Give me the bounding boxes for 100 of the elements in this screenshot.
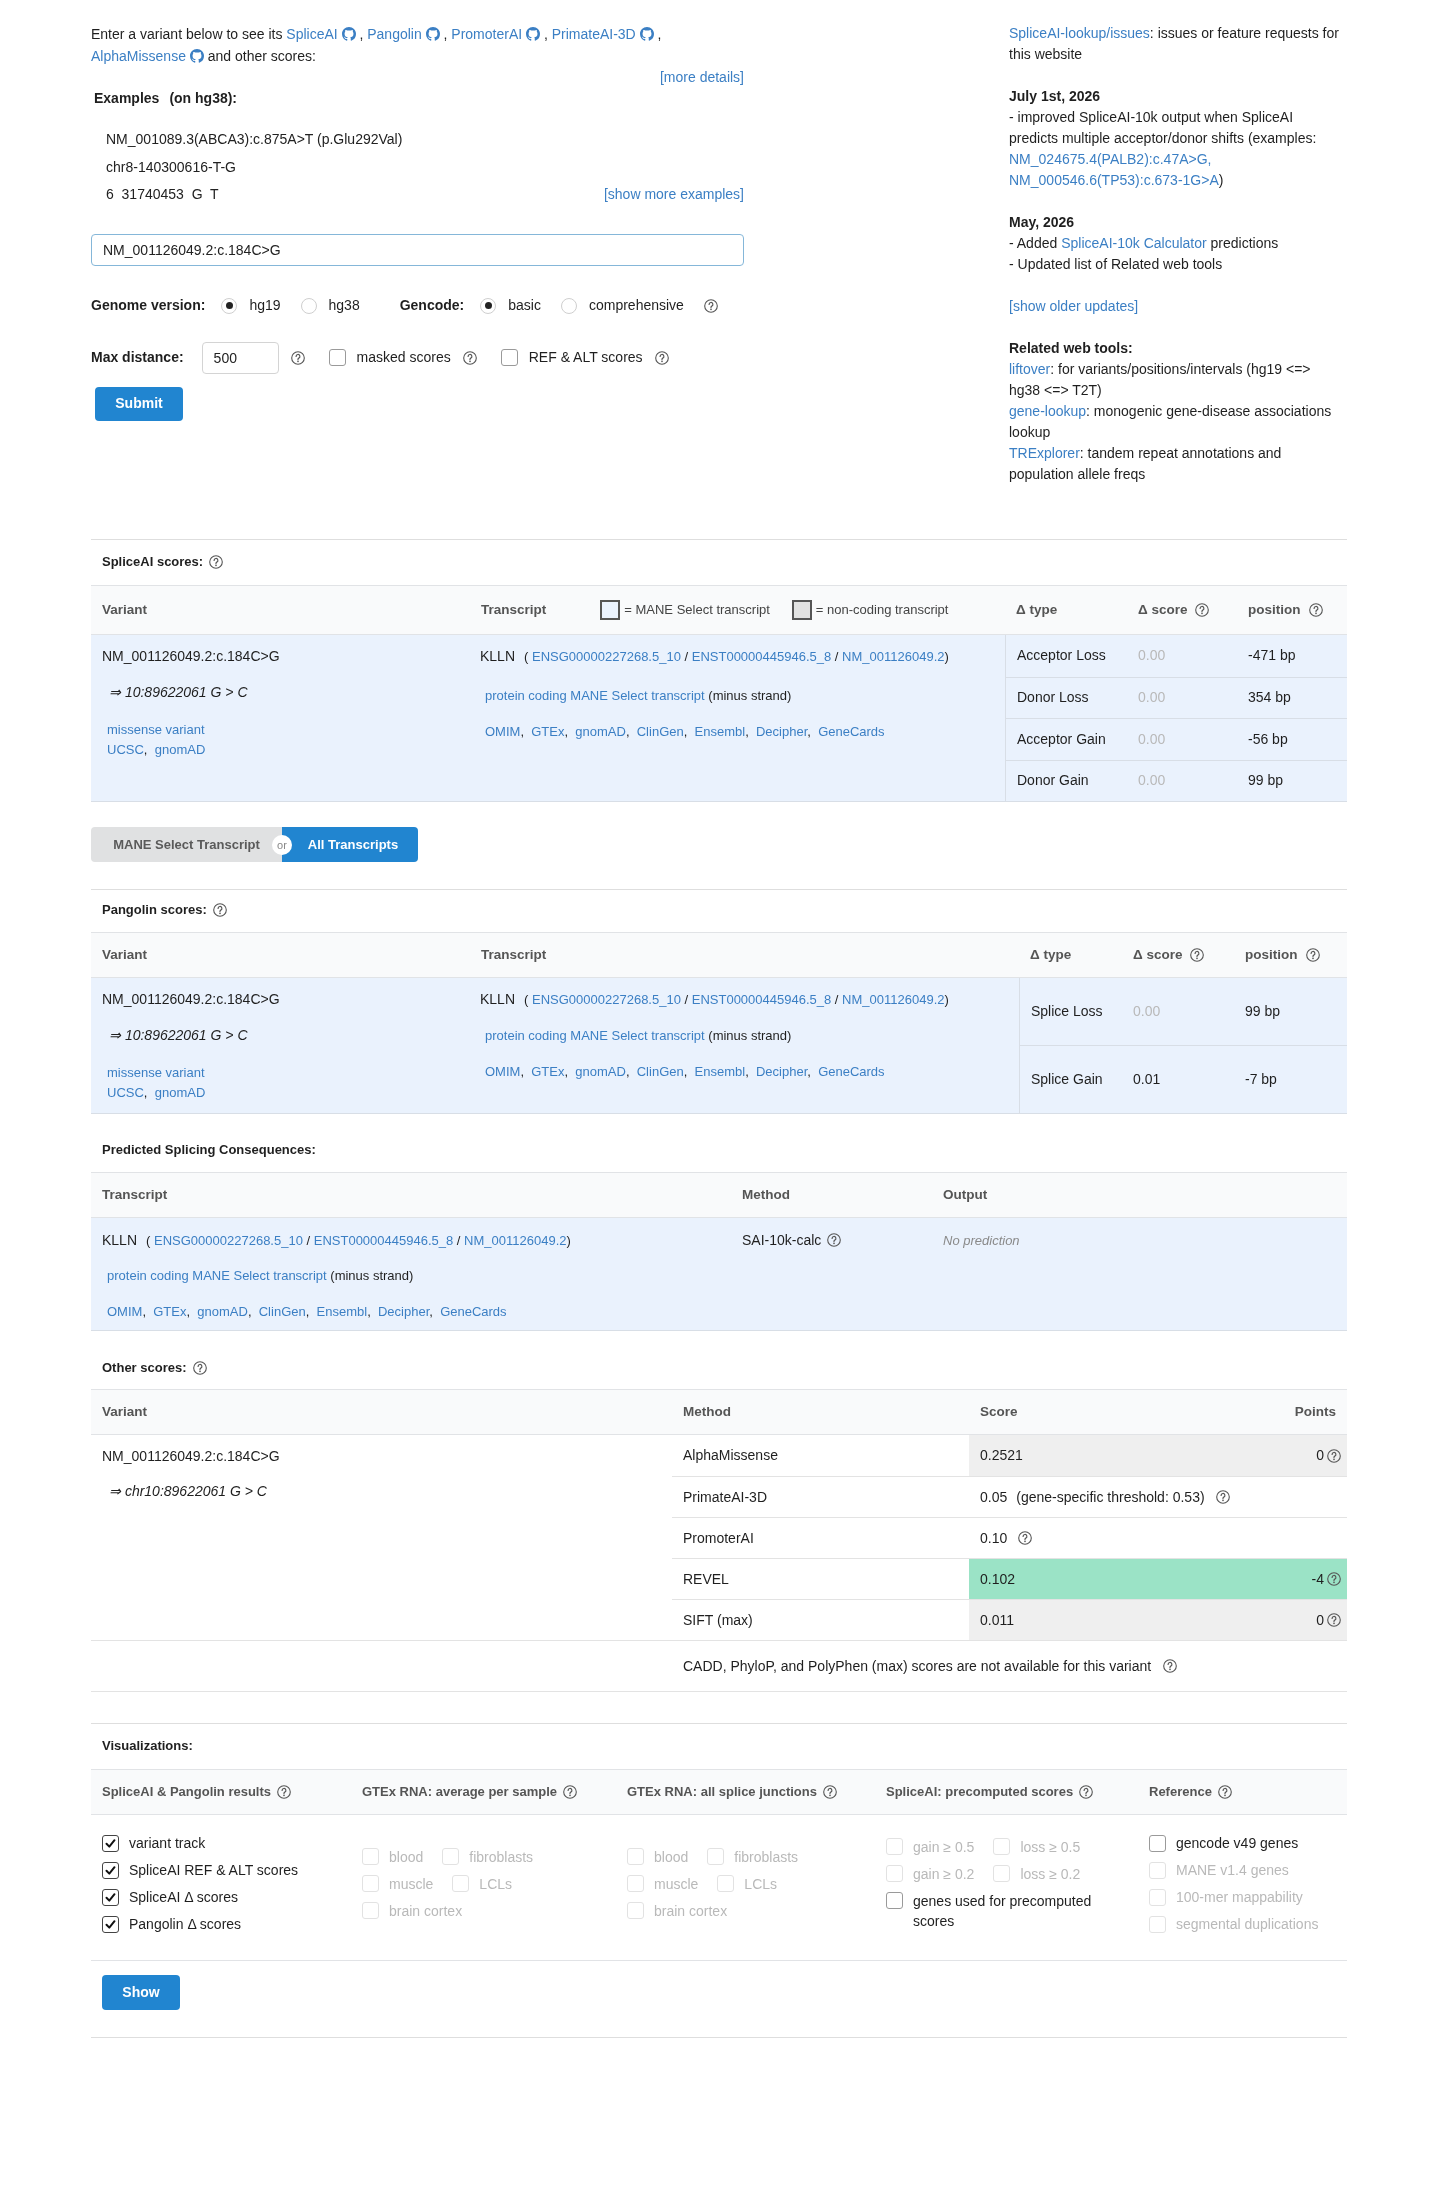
delta-score: 0.00 — [1138, 772, 1166, 789]
variant-name: NM_001126049.2:c.184C>G — [102, 647, 280, 666]
tool-link[interactable]: PrimateAI-3D — [551, 26, 636, 42]
more-details-link[interactable]: [more details] — [659, 67, 744, 88]
variant-link[interactable]: UCSC — [107, 742, 144, 757]
sidebar-link[interactable]: SpliceAI-lookup/issues — [1009, 25, 1150, 41]
checkbox[interactable] — [500, 349, 518, 366]
checkmark-icon — [105, 1864, 116, 1876]
tool-link[interactable]: Pangolin — [367, 26, 422, 42]
example-variant-link[interactable]: 6 31740453 G T — [106, 181, 219, 209]
help-icon[interactable] — [1305, 948, 1320, 962]
help-icon[interactable] — [827, 1233, 842, 1247]
radio-button[interactable] — [480, 297, 497, 314]
github-icon[interactable] — [639, 27, 654, 41]
github-icon[interactable] — [341, 27, 356, 41]
transcript-id-link[interactable]: ENSG00000227268.5_10 — [532, 649, 681, 664]
external-link[interactable]: gnomAD — [575, 724, 626, 739]
update-link[interactable]: SpliceAI-10k Calculator — [1061, 235, 1207, 251]
checkbox[interactable] — [102, 1915, 119, 1933]
external-link[interactable]: GeneCards — [440, 1304, 507, 1319]
transcript-id-link[interactable]: ENSG00000227268.5_10 — [532, 992, 681, 1007]
radio-button[interactable] — [300, 297, 317, 314]
checkbox[interactable] — [886, 1892, 903, 1909]
external-link[interactable]: Decipher — [755, 724, 808, 739]
external-link[interactable]: Decipher — [755, 1064, 808, 1079]
help-icon[interactable] — [654, 350, 669, 365]
tool-link[interactable]: PromoterAI — [451, 26, 523, 42]
checkbox[interactable] — [1149, 1834, 1166, 1852]
help-icon[interactable] — [290, 350, 305, 365]
github-icon[interactable] — [425, 27, 440, 41]
transcript-id-link[interactable]: NM_001126049.2 — [464, 1233, 567, 1248]
help-icon[interactable] — [277, 1785, 292, 1799]
help-icon[interactable] — [703, 298, 718, 313]
external-link[interactable]: Decipher — [377, 1304, 430, 1319]
transcript-tag-link[interactable]: MANE Select transcript — [192, 1268, 327, 1283]
transcript-id-link[interactable]: ENST00000445946.5_8 — [691, 649, 832, 664]
tool-link[interactable]: AlphaMissense — [91, 48, 186, 64]
variant-link[interactable]: gnomAD — [154, 742, 206, 757]
delta-score: 0.00 — [1138, 689, 1166, 706]
external-link[interactable]: GeneCards — [818, 724, 885, 739]
checkbox[interactable] — [102, 1834, 119, 1852]
update-link[interactable]: NM_024675.4(PALB2):c.47A>G, — [1009, 151, 1212, 167]
external-link[interactable]: ClinGen — [258, 1304, 306, 1319]
help-icon[interactable] — [1217, 1785, 1232, 1799]
external-links: OMIM, GTEx, gnomAD, ClinGen, Ensembl, Decipher, GeneCards — [106, 1303, 507, 1321]
older-updates-link[interactable]: [show older updates] — [1009, 296, 1139, 317]
transcript-id-link[interactable]: ENST00000445946.5_8 — [313, 1233, 454, 1248]
example-variant-link[interactable]: chr8-140300616-T-G — [106, 153, 236, 181]
transcript-tag-link[interactable]: protein coding — [107, 1268, 189, 1283]
radio-button[interactable] — [560, 297, 577, 314]
help-icon[interactable] — [1079, 1785, 1094, 1799]
checkbox[interactable] — [102, 1888, 119, 1906]
related-tool-link[interactable]: TRExplorer — [1009, 445, 1080, 461]
help-icon[interactable] — [192, 1361, 207, 1375]
help-icon[interactable] — [1327, 1613, 1341, 1627]
help-icon[interactable] — [462, 350, 477, 365]
help-icon[interactable] — [1195, 603, 1210, 617]
variant-input[interactable]: NM_001126049.2:c.184C>G — [91, 233, 744, 266]
example-variant-link[interactable]: NM_001089.3(ABCA3):c.875A>T (p.Glu292Val) — [106, 126, 403, 154]
transcript-tag-link[interactable]: MANE Select transcript — [570, 1028, 705, 1043]
help-icon[interactable] — [1308, 603, 1323, 617]
external-link[interactable]: gnomAD — [197, 1304, 248, 1319]
transcript-id-link[interactable]: NM_001126049.2 — [842, 992, 945, 1007]
help-icon[interactable] — [823, 1785, 837, 1799]
help-icon[interactable] — [212, 903, 227, 917]
help-icon[interactable] — [1018, 1531, 1033, 1545]
submit-button[interactable]: Submit — [95, 386, 183, 421]
delta-score: 0.00 — [1138, 647, 1166, 664]
transcript-tag-link[interactable]: protein coding — [485, 1028, 567, 1043]
option-label: brain cortex — [654, 1901, 728, 1921]
radio-button[interactable] — [221, 297, 238, 314]
transcript-id-link[interactable]: ENSG00000227268.5_10 — [154, 1233, 303, 1248]
max-distance-input[interactable]: 500 — [201, 341, 279, 374]
external-link[interactable]: gnomAD — [575, 1064, 626, 1079]
checkbox[interactable] — [102, 1861, 119, 1879]
help-icon[interactable] — [1215, 1490, 1230, 1504]
update-link[interactable]: NM_000546.6(TP53):c.673-1G>A — [1009, 172, 1219, 188]
checkbox[interactable] — [328, 349, 346, 366]
github-icon[interactable] — [189, 49, 204, 63]
external-link[interactable]: GeneCards — [818, 1064, 885, 1079]
show-button[interactable]: Show — [102, 1975, 180, 2010]
external-link[interactable]: ClinGen — [636, 1064, 684, 1079]
transcript-id-link[interactable]: ENST00000445946.5_8 — [691, 992, 832, 1007]
transcript-tag-link[interactable]: MANE Select transcript — [570, 688, 705, 703]
transcript-tag-link[interactable]: protein coding — [485, 688, 567, 703]
help-icon[interactable] — [1327, 1448, 1341, 1463]
show-more-examples-link[interactable]: [show more examples] — [603, 181, 744, 209]
external-link[interactable]: ClinGen — [636, 724, 684, 739]
variant-link[interactable]: UCSC — [107, 1085, 144, 1100]
help-icon[interactable] — [563, 1785, 578, 1799]
transcript-id-link[interactable]: NM_001126049.2 — [842, 649, 945, 664]
github-icon[interactable] — [526, 27, 540, 41]
help-icon[interactable] — [1327, 1572, 1341, 1586]
variant-link[interactable]: gnomAD — [154, 1085, 206, 1100]
tool-link[interactable]: SpliceAI — [286, 26, 338, 42]
consequence-link[interactable]: missense variant — [107, 720, 205, 740]
consequence-link[interactable]: missense variant — [107, 1063, 205, 1083]
help-icon[interactable] — [209, 555, 224, 569]
help-icon[interactable] — [1190, 948, 1205, 962]
help-icon[interactable] — [1163, 1659, 1178, 1673]
